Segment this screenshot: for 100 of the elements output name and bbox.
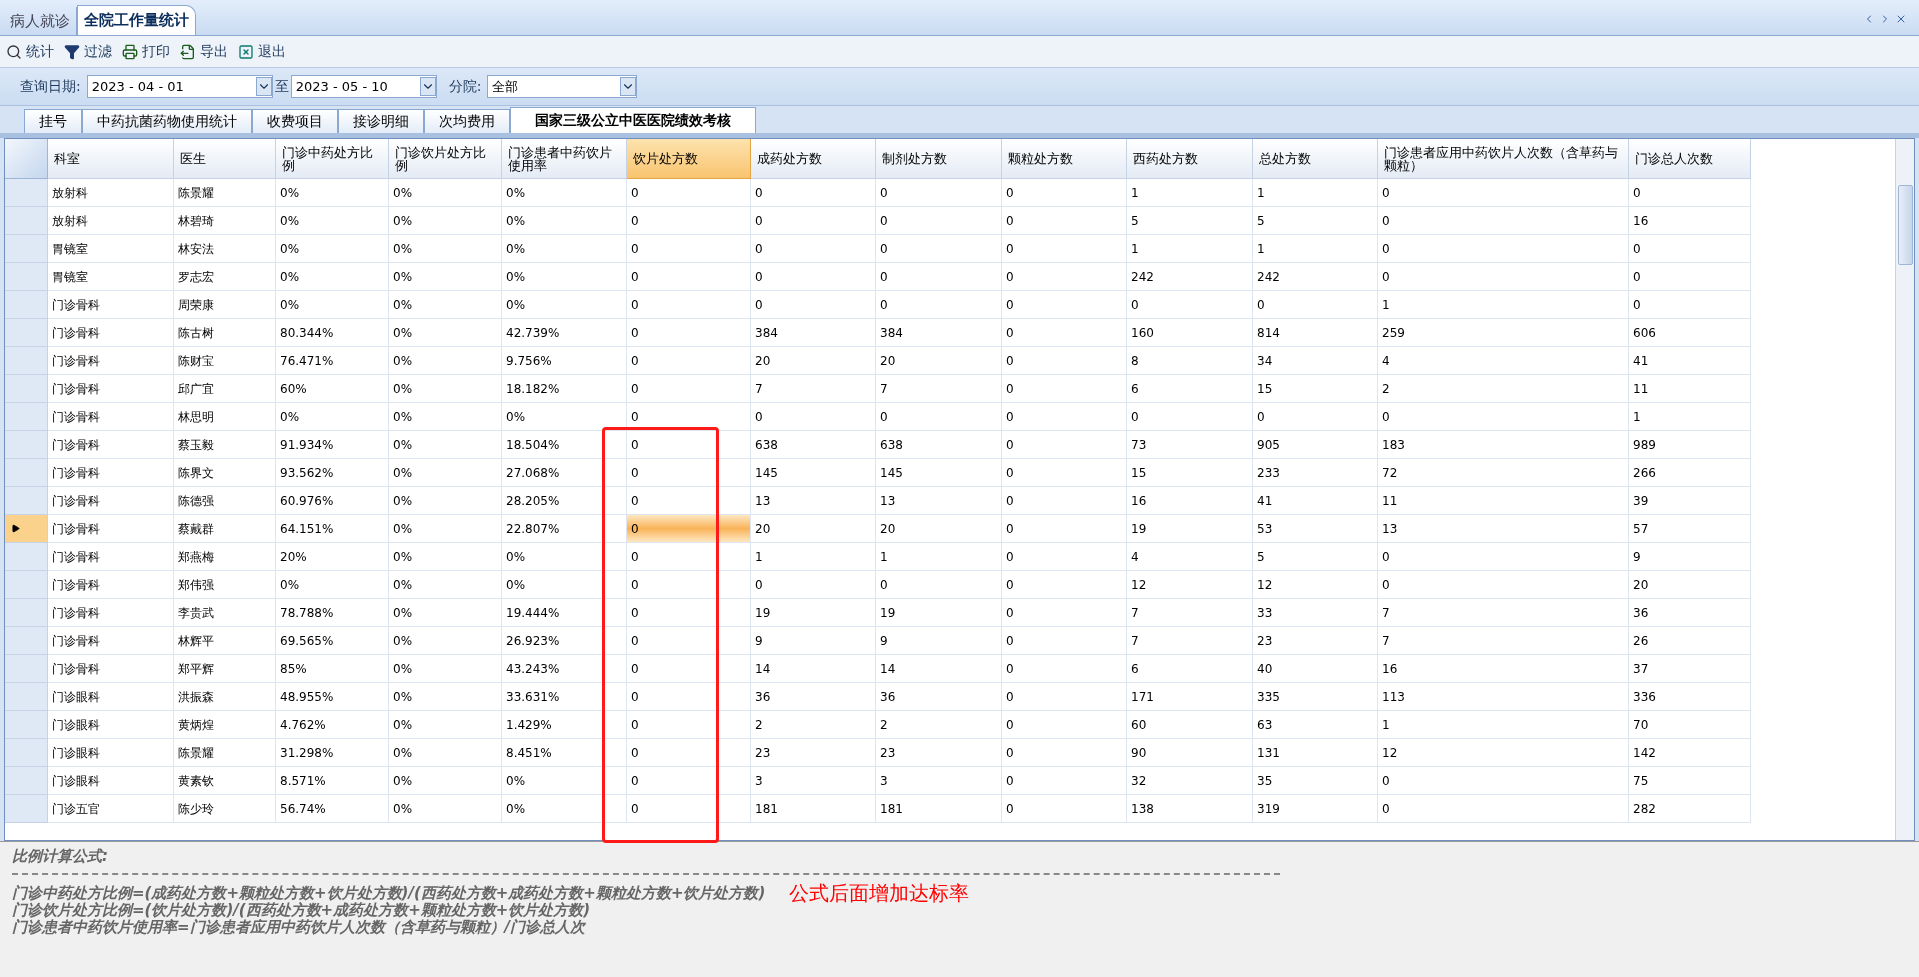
branch-select[interactable]: 全部 xyxy=(487,75,638,98)
table-cell: 7 xyxy=(1378,627,1629,655)
table-cell: 259 xyxy=(1378,319,1629,347)
table-cell: 0 xyxy=(1378,543,1629,571)
table-cell: 18.504% xyxy=(502,431,627,459)
table-cell: 陈财宝 xyxy=(174,347,276,375)
table-cell: 0% xyxy=(276,263,389,291)
table-cell: 门诊骨科 xyxy=(48,515,174,543)
table-cell: 0% xyxy=(389,291,502,319)
table-cell: 0% xyxy=(502,207,627,235)
table-cell: 0 xyxy=(1002,795,1127,823)
table-cell: 0% xyxy=(389,179,502,207)
table-cell: 门诊骨科 xyxy=(48,543,174,571)
table-cell: 3 xyxy=(751,767,876,795)
table-cell: 陈少玲 xyxy=(174,795,276,823)
table-cell: 0 xyxy=(751,291,876,319)
table-cell: 0 xyxy=(1002,459,1127,487)
table-cell: 门诊眼科 xyxy=(48,683,174,711)
table-cell: 32 xyxy=(1127,767,1253,795)
table-cell: 1 xyxy=(1378,711,1629,739)
column-header[interactable]: 西药处方数 xyxy=(1127,139,1253,179)
table-cell: 陈景耀 xyxy=(174,179,276,207)
toolbar-button[interactable]: 导出 xyxy=(180,41,228,62)
document-tab[interactable]: 全院工作量统计 xyxy=(77,5,196,35)
table-cell: 0 xyxy=(1002,291,1127,319)
report-tab[interactable]: 次均费用 xyxy=(424,109,510,133)
vertical-scrollbar[interactable] xyxy=(1895,139,1914,840)
table-cell: 60 xyxy=(1127,711,1253,739)
table-cell: 64.151% xyxy=(276,515,389,543)
table-cell: 989 xyxy=(1629,431,1751,459)
column-header[interactable]: 颗粒处方数 xyxy=(1002,139,1127,179)
start-date-field[interactable]: 2023 - 04 - 01 xyxy=(86,75,273,98)
table-cell: 0 xyxy=(1002,207,1127,235)
table-cell: 陈德强 xyxy=(174,487,276,515)
report-tab[interactable]: 收费项目 xyxy=(252,109,338,133)
table-cell: 13 xyxy=(1378,515,1629,543)
report-tab[interactable]: 国家三级公立中医医院绩效考核 xyxy=(510,107,756,133)
table-cell: 23 xyxy=(876,739,1002,767)
table-cell: 0% xyxy=(389,319,502,347)
close-icon[interactable] xyxy=(1895,13,1907,25)
column-header[interactable]: 成药处方数 xyxy=(751,139,876,179)
table-cell: 0 xyxy=(627,655,751,683)
column-header[interactable]: 门诊中药处方比例 xyxy=(276,139,389,179)
end-date-field[interactable]: 2023 - 05 - 10 xyxy=(290,75,437,98)
table-cell: 5 xyxy=(1253,207,1378,235)
table-cell: 2 xyxy=(876,711,1002,739)
table-cell: 0% xyxy=(502,291,627,319)
scrollbar-thumb[interactable] xyxy=(1897,185,1913,265)
toolbar-button[interactable]: 统计 xyxy=(6,41,54,62)
table-cell: 36 xyxy=(876,683,1002,711)
table-cell: 7 xyxy=(1378,599,1629,627)
table-cell: 11 xyxy=(1629,375,1751,403)
table-cell: 0 xyxy=(1378,795,1629,823)
table-cell: 林碧琦 xyxy=(174,207,276,235)
column-header[interactable]: 科室 xyxy=(48,139,174,179)
table-cell: 0 xyxy=(627,207,751,235)
toolbar-button[interactable]: 退出 xyxy=(238,41,286,62)
report-tab[interactable]: 挂号 xyxy=(24,109,82,133)
table-cell: 0% xyxy=(389,263,502,291)
table-cell: 242 xyxy=(1253,263,1378,291)
dropdown-icon[interactable] xyxy=(419,77,436,96)
table-cell: 183 xyxy=(1378,431,1629,459)
table-cell: 林思明 xyxy=(174,403,276,431)
table-cell: 0 xyxy=(627,291,751,319)
table-cell: 8.571% xyxy=(276,767,389,795)
table-cell: 0 xyxy=(627,711,751,739)
table-cell: 3 xyxy=(876,767,1002,795)
report-tab[interactable]: 接诊明细 xyxy=(338,109,424,133)
table-cell: 门诊五官 xyxy=(48,795,174,823)
column-header[interactable]: 门诊总人次数 xyxy=(1629,139,1751,179)
dropdown-icon[interactable] xyxy=(255,77,272,96)
table-cell: 18.182% xyxy=(502,375,627,403)
table-cell: 113 xyxy=(1378,683,1629,711)
column-header[interactable]: 制剂处方数 xyxy=(876,139,1002,179)
column-header[interactable]: 总处方数 xyxy=(1253,139,1378,179)
toolbar-button[interactable]: 打印 xyxy=(122,41,170,62)
table-cell: 9 xyxy=(751,627,876,655)
table-cell: 11 xyxy=(1378,487,1629,515)
table-cell: 33 xyxy=(1253,599,1378,627)
dropdown-icon[interactable] xyxy=(620,77,637,96)
column-header[interactable]: 医生 xyxy=(174,139,276,179)
table-cell: 37 xyxy=(1629,655,1751,683)
column-header[interactable]: 门诊患者中药饮片使用率 xyxy=(502,139,627,179)
table-cell: 19.444% xyxy=(502,599,627,627)
column-header[interactable]: 饮片处方数 xyxy=(627,139,751,179)
toolbar-button[interactable]: 过滤 xyxy=(64,41,112,62)
column-header[interactable]: 门诊患者应用中药饮片人次数（含草药与颗粒） xyxy=(1378,139,1629,179)
table-cell: 2 xyxy=(751,711,876,739)
row-header[interactable] xyxy=(5,515,48,543)
table-cell: 0 xyxy=(1378,403,1629,431)
column-header[interactable]: 门诊饮片处方比例 xyxy=(389,139,502,179)
report-tab[interactable]: 中药抗菌药物使用统计 xyxy=(82,109,252,133)
table-cell: 1 xyxy=(1127,179,1253,207)
table-cell: 0% xyxy=(389,375,502,403)
table-cell: 75 xyxy=(1629,767,1751,795)
table-cell: 0 xyxy=(1378,571,1629,599)
table-cell: 胃镜室 xyxy=(48,263,174,291)
table-cell: 0% xyxy=(389,711,502,739)
corner-header[interactable] xyxy=(5,139,48,179)
table-cell: 20% xyxy=(276,543,389,571)
